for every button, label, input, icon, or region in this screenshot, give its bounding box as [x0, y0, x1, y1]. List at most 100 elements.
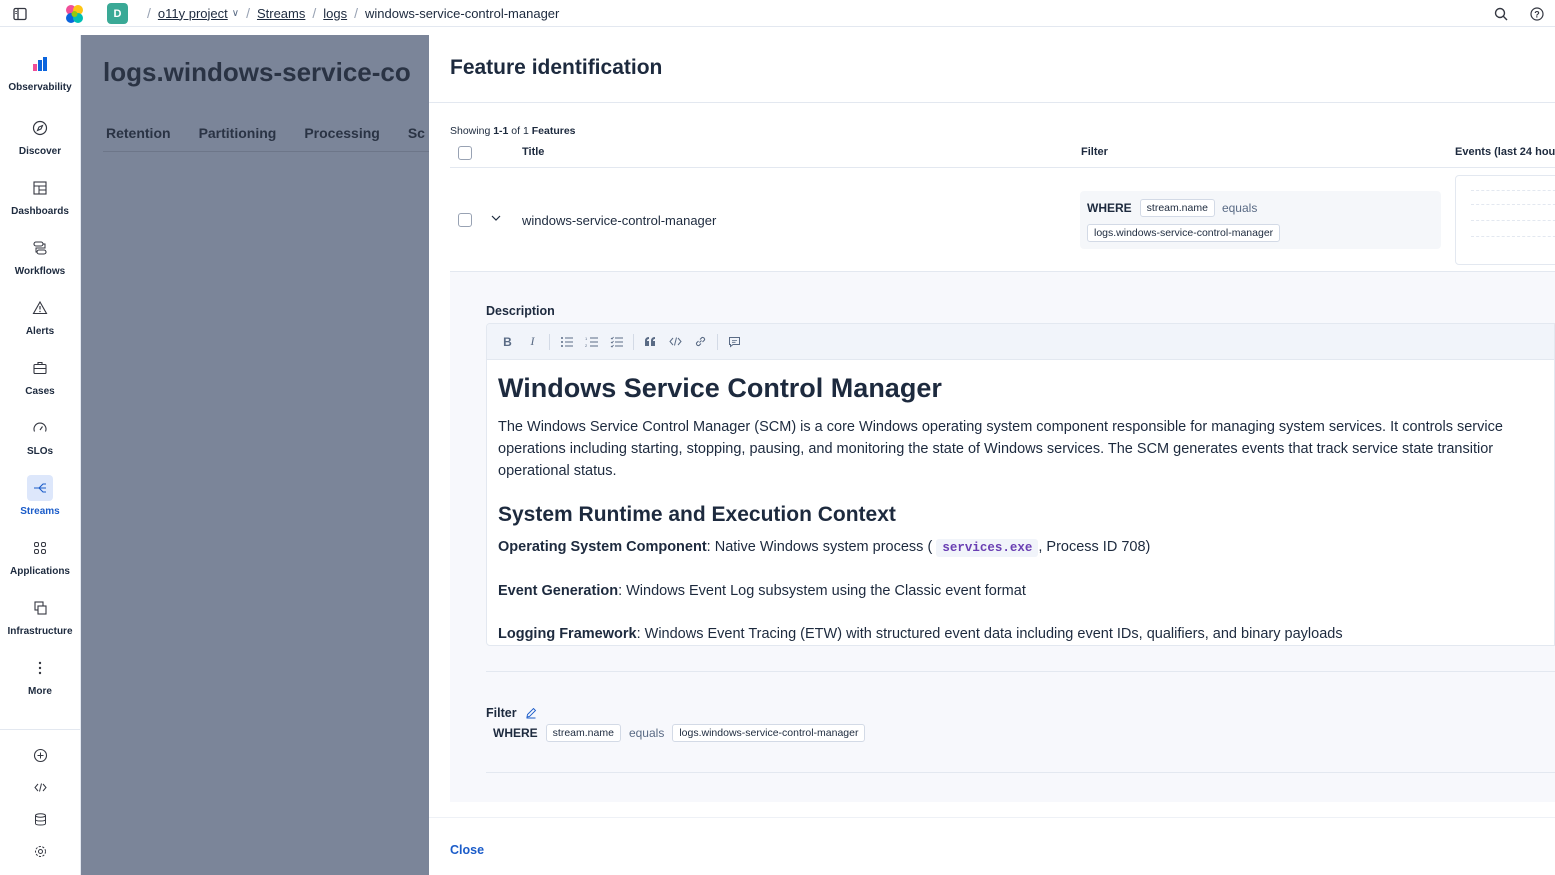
bulleted-list-icon[interactable] [554, 332, 579, 352]
nav-label: Alerts [25, 326, 55, 337]
filter-condition: WHERE stream.name equals logs.windows-se… [493, 724, 873, 742]
help-icon[interactable]: ? [1527, 4, 1547, 24]
search-icon[interactable] [1491, 4, 1511, 24]
doc-kv-logging-framework: Logging Framework: Windows Event Tracing… [498, 626, 1343, 642]
streams-icon [27, 475, 53, 501]
nav-item-infrastructure[interactable]: Infrastructure [0, 595, 80, 637]
flyout-title: Feature identification [450, 56, 663, 79]
filter-operator: equals [628, 726, 665, 740]
chevron-down-icon[interactable]: ∨ [232, 8, 239, 19]
page-title: logs.windows-service-co [103, 57, 411, 87]
code-icon[interactable] [663, 332, 688, 352]
breadcrumb-separator: / [147, 5, 151, 21]
breadcrumb-separator: / [246, 5, 250, 21]
svg-text:2: 2 [585, 343, 588, 348]
left-nav: Observability Discover Dashboards Workfl… [0, 35, 81, 875]
description-editor[interactable]: B I 12 Windows Service Control Manager T… [486, 323, 1555, 646]
toolbar-divider [633, 333, 634, 350]
nav-label: Dashboards [11, 206, 69, 217]
nav-item-cases[interactable]: Cases [0, 355, 80, 397]
breadcrumb-separator: / [312, 5, 317, 21]
apps-grid-icon [27, 535, 53, 561]
comment-icon[interactable] [722, 332, 747, 352]
feature-identification-flyout: Feature identification Showing 1-1 of 1 … [429, 35, 1555, 875]
breadcrumb-separator: / [354, 5, 359, 21]
filter-section-label: Filter [486, 706, 537, 720]
toolbar-divider [717, 333, 718, 350]
filter-value-token: logs.windows-service-control-manager [1087, 224, 1281, 242]
plus-circle-icon[interactable] [27, 745, 53, 765]
close-button[interactable]: Close [450, 843, 484, 857]
row-checkbox[interactable] [458, 213, 472, 227]
nav-item-discover[interactable]: Discover [0, 115, 80, 157]
where-keyword: WHERE [493, 726, 538, 740]
svg-text:1: 1 [585, 336, 588, 341]
nav-item-dashboards[interactable]: Dashboards [0, 175, 80, 217]
results-count: Showing 1-1 of 1 Features [450, 125, 576, 137]
quote-icon[interactable] [638, 332, 663, 352]
feature-title[interactable]: windows-service-control-manager [522, 213, 716, 228]
breadcrumb-streams[interactable]: Streams [257, 6, 305, 21]
gridline [1471, 204, 1555, 205]
breadcrumb-project[interactable]: o11y project [158, 6, 228, 21]
nav-label: Cases [25, 386, 55, 397]
gridline [1471, 190, 1555, 191]
nav-item-observability[interactable]: Observability [0, 51, 80, 93]
filter-operator: equals [1221, 201, 1258, 215]
code-icon[interactable] [27, 777, 53, 797]
elastic-logo-icon[interactable] [63, 3, 85, 25]
inline-code: services.exe [936, 539, 1039, 557]
nav-item-streams[interactable]: Streams [0, 475, 80, 517]
compass-icon [27, 115, 53, 141]
numbered-list-icon[interactable]: 12 [579, 332, 604, 352]
link-icon[interactable] [688, 332, 713, 352]
tab-partitioning[interactable]: Partitioning [199, 125, 277, 141]
select-all-checkbox[interactable] [458, 146, 472, 160]
pencil-icon[interactable] [525, 707, 537, 719]
column-header-title[interactable]: Title [522, 146, 544, 158]
italic-button[interactable]: I [520, 332, 545, 352]
nav-item-workflows[interactable]: Workflows [0, 235, 80, 277]
database-icon[interactable] [27, 809, 53, 829]
column-header-filter[interactable]: Filter [1081, 146, 1108, 158]
gear-icon[interactable] [27, 841, 53, 861]
row-filter: WHERE stream.name equals logs.windows-se… [1080, 191, 1441, 249]
infrastructure-icon [27, 595, 53, 621]
divider [486, 671, 1555, 672]
divider [450, 167, 1555, 168]
doc-paragraph-line: The Windows Service Control Manager (SCM… [498, 419, 1503, 435]
tab-retention[interactable]: Retention [106, 125, 171, 141]
svg-text:?: ? [1534, 9, 1540, 19]
events-sparkline [1455, 175, 1555, 265]
checklist-icon[interactable] [604, 332, 629, 352]
nav-item-more[interactable]: More [0, 655, 80, 697]
nav-item-alerts[interactable]: Alerts [0, 295, 80, 337]
filter-field-token: stream.name [545, 724, 621, 742]
space-avatar[interactable]: D [107, 3, 128, 24]
doc-kv-event-generation: Event Generation: Windows Event Log subs… [498, 583, 1026, 599]
column-header-events[interactable]: Events (last 24 hou [1455, 146, 1555, 158]
nav-label: SLOs [26, 446, 54, 457]
tab-schema[interactable]: Sc [408, 125, 425, 141]
doc-heading-1: Windows Service Control Manager [498, 373, 942, 403]
page-tabs: Retention Partitioning Processing Sc [106, 125, 429, 141]
bold-button[interactable]: B [495, 332, 520, 352]
nav-item-applications[interactable]: Applications [0, 535, 80, 577]
warning-icon [27, 295, 53, 321]
tab-processing[interactable]: Processing [304, 125, 379, 141]
nav-label: Observability [8, 82, 72, 93]
doc-kv-os-component: Operating System Component: Native Windo… [498, 539, 1151, 557]
doc-paragraph-line: operational status. [498, 463, 617, 479]
doc-heading-2: System Runtime and Execution Context [498, 503, 896, 526]
editor-toolbar: B I 12 [487, 324, 1554, 360]
breadcrumb-logs[interactable]: logs [323, 6, 347, 21]
chevron-down-icon[interactable] [490, 212, 502, 227]
toggle-sidebar-icon[interactable] [10, 4, 30, 24]
background-page-overlay[interactable]: logs.windows-service-co Retention Partit… [81, 35, 429, 875]
nav-label: Infrastructure [7, 626, 73, 637]
gridline [1471, 236, 1555, 237]
editor-content[interactable]: Windows Service Control Manager The Wind… [487, 360, 1554, 645]
breadcrumb-current: windows-service-control-manager [365, 5, 560, 21]
description-label: Description [486, 304, 555, 318]
nav-item-slos[interactable]: SLOs [0, 415, 80, 457]
